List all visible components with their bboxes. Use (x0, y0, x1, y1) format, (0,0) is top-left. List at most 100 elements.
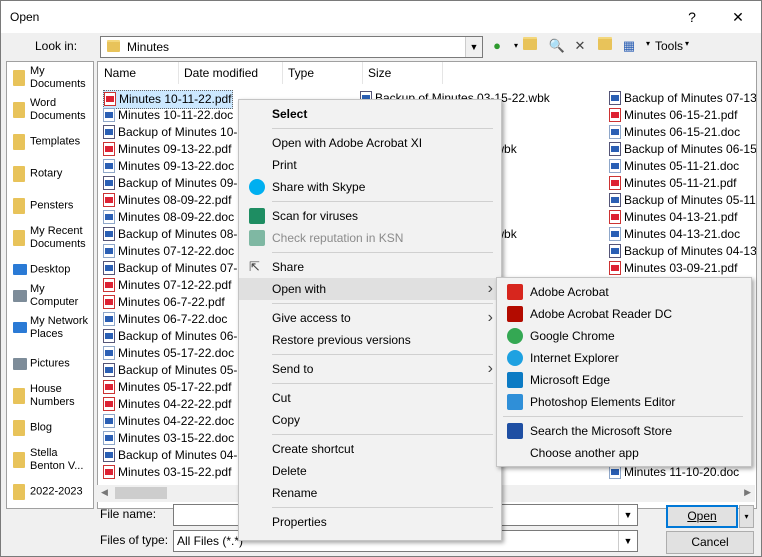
file-item[interactable]: Minutes 07-12-22.doc (103, 243, 234, 260)
file-item[interactable]: Minutes 03-15-22.pdf (103, 464, 231, 481)
file-item[interactable]: Backup of Minutes 07- (103, 260, 237, 277)
file-item[interactable]: Minutes 04-13-21.doc (609, 226, 740, 243)
file-item[interactable]: Backup of Minutes 09- (103, 175, 237, 192)
up-folder-icon[interactable] (521, 37, 539, 55)
close-button[interactable]: ✕ (715, 1, 761, 33)
dialog-title: Open (10, 10, 40, 24)
file-item[interactable]: Minutes 03-09-21.pdf (609, 260, 737, 277)
menu-item-microsoft-edge[interactable]: Microsoft Edge (497, 369, 751, 391)
column-name[interactable]: Name (104, 62, 136, 84)
places-item-1[interactable]: Word Documents (7, 94, 93, 126)
places-item-0[interactable]: My Documents (7, 62, 93, 94)
word-backup-file-icon (103, 447, 115, 462)
file-item[interactable]: Backup of Minutes 08- (103, 226, 237, 243)
scrollbar-thumb[interactable] (115, 487, 167, 499)
menu-item-give-access-to[interactable]: Give access to › (239, 307, 501, 329)
file-item[interactable]: Minutes 04-22-22.pdf (103, 396, 231, 413)
places-item-label: Desktop (30, 263, 71, 276)
file-item[interactable]: Backup of Minutes 04-13 (609, 243, 756, 260)
file-item[interactable]: Backup of Minutes 06- (103, 328, 237, 345)
column-type[interactable]: Type (288, 62, 314, 84)
places-item-4[interactable]: Pensters (7, 190, 93, 222)
tools-dropdown-icon[interactable]: ▾ (646, 39, 650, 48)
file-item[interactable]: Backup of Minutes 10- (103, 124, 237, 141)
file-item[interactable]: Minutes 06-7-22.pdf (103, 294, 225, 311)
menu-item-choose-another-app[interactable]: Choose another app (497, 442, 751, 464)
menu-item-cut[interactable]: Cut (239, 387, 501, 409)
menu-item-select[interactable]: Select (239, 103, 501, 125)
places-item-7[interactable]: My Computer (7, 280, 93, 312)
menu-item-rename[interactable]: Rename (239, 482, 501, 504)
menu-item-photoshop-elements-editor[interactable]: Photoshop Elements Editor (497, 391, 751, 413)
places-item-13[interactable]: 2022-2023 (7, 476, 93, 508)
places-item-3[interactable]: Rotary (7, 158, 93, 190)
open-button[interactable]: Open (666, 505, 738, 528)
new-folder-icon[interactable] (596, 37, 614, 55)
places-item-5[interactable]: My Recent Documents (7, 222, 93, 254)
menu-item-share[interactable]: ⇱ Share (239, 256, 501, 278)
scroll-right-icon[interactable]: ▶ (744, 487, 751, 498)
file-item[interactable]: Backup of Minutes 04- (103, 447, 237, 464)
menu-item-print[interactable]: Print (239, 154, 501, 176)
file-item[interactable]: Minutes 05-11-21.doc (609, 158, 739, 175)
file-item[interactable]: Minutes 05-17-22.doc (103, 345, 234, 362)
file-item[interactable]: Minutes 05-11-21.pdf (609, 175, 737, 192)
file-item[interactable]: Backup of Minutes 07-13 (609, 90, 756, 107)
file-item[interactable]: Backup of Minutes 05- (103, 362, 237, 379)
menu-item-copy[interactable]: Copy (239, 409, 501, 431)
menu-item-properties[interactable]: Properties (239, 511, 501, 533)
chevron-down-icon[interactable]: ▼ (618, 505, 637, 525)
cancel-button[interactable]: Cancel (666, 531, 754, 554)
places-item-11[interactable]: Blog (7, 412, 93, 444)
file-item[interactable]: Minutes 06-15-21.doc (609, 124, 740, 141)
places-item-2[interactable]: Templates (7, 126, 93, 158)
delete-icon[interactable]: ✕ (571, 37, 589, 55)
places-item-9[interactable]: Pictures (7, 348, 93, 380)
menu-item-open-with[interactable]: Open with › (239, 278, 501, 300)
look-in-combobox[interactable]: Minutes ▼ (100, 36, 483, 58)
file-item[interactable]: Minutes 08-09-22.pdf (103, 192, 231, 209)
file-item[interactable]: Minutes 06-7-22.doc (103, 311, 227, 328)
menu-item-open-with-adobe-acrobat-xi[interactable]: Open with Adobe Acrobat XI (239, 132, 501, 154)
menu-item-share-with-skype[interactable]: Share with Skype (239, 176, 501, 198)
menu-item-internet-explorer[interactable]: Internet Explorer (497, 347, 751, 369)
file-item[interactable]: Minutes 04-22-22.doc (103, 413, 234, 430)
chevron-down-icon[interactable]: ▾ (685, 39, 689, 48)
file-item[interactable]: Minutes 09-13-22.pdf (103, 141, 231, 158)
file-item[interactable]: Minutes 07-12-22.pdf (103, 277, 231, 294)
menu-item-scan-for-viruses[interactable]: Scan for viruses (239, 205, 501, 227)
menu-item-label: Cut (272, 391, 291, 405)
menu-item-adobe-acrobat-reader-dc[interactable]: Adobe Acrobat Reader DC (497, 303, 751, 325)
tools-menu[interactable]: Tools (655, 39, 683, 53)
search-web-icon[interactable]: 🔍 (548, 37, 566, 55)
scroll-left-icon[interactable]: ◀ (101, 487, 108, 498)
file-item[interactable]: Minutes 03-15-22.doc (103, 430, 234, 447)
chevron-down-icon[interactable]: ▼ (618, 531, 637, 551)
help-button[interactable]: ? (669, 1, 715, 33)
file-item[interactable]: Minutes 04-13-21.pdf (609, 209, 737, 226)
menu-item-restore-previous-versions[interactable]: Restore previous versions (239, 329, 501, 351)
places-item-12[interactable]: Stella Benton V... (7, 444, 93, 476)
file-item[interactable]: Backup of Minutes 06-15 (609, 141, 756, 158)
menu-item-create-shortcut[interactable]: Create shortcut (239, 438, 501, 460)
back-icon[interactable]: ● (488, 37, 506, 55)
file-item[interactable]: Backup of Minutes 05-11 (609, 192, 756, 209)
file-item[interactable]: Minutes 05-17-22.pdf (103, 379, 231, 396)
file-item[interactable]: Minutes 08-09-22.doc (103, 209, 234, 226)
file-item[interactable]: Minutes 10-11-22.doc (103, 107, 233, 124)
menu-item-adobe-acrobat[interactable]: Adobe Acrobat (497, 281, 751, 303)
column-size[interactable]: Size (368, 62, 391, 84)
places-item-8[interactable]: My Network Places (7, 312, 93, 344)
chevron-down-icon[interactable]: ▼ (465, 37, 482, 57)
menu-item-delete[interactable]: Delete (239, 460, 501, 482)
menu-item-google-chrome[interactable]: Google Chrome (497, 325, 751, 347)
menu-item-send-to[interactable]: Send to › (239, 358, 501, 380)
file-item[interactable]: Minutes 09-13-22.doc (103, 158, 234, 175)
open-dropdown-button[interactable]: ▾ (739, 505, 754, 528)
column-date-modified[interactable]: Date modified (184, 62, 258, 84)
pdf-file-icon (103, 294, 115, 309)
menu-item-search-the-microsoft-store[interactable]: Search the Microsoft Store (497, 420, 751, 442)
views-icon[interactable]: ▦ (620, 37, 638, 55)
places-item-10[interactable]: House Numbers (7, 380, 93, 412)
file-item[interactable]: Minutes 06-15-21.pdf (609, 107, 737, 124)
